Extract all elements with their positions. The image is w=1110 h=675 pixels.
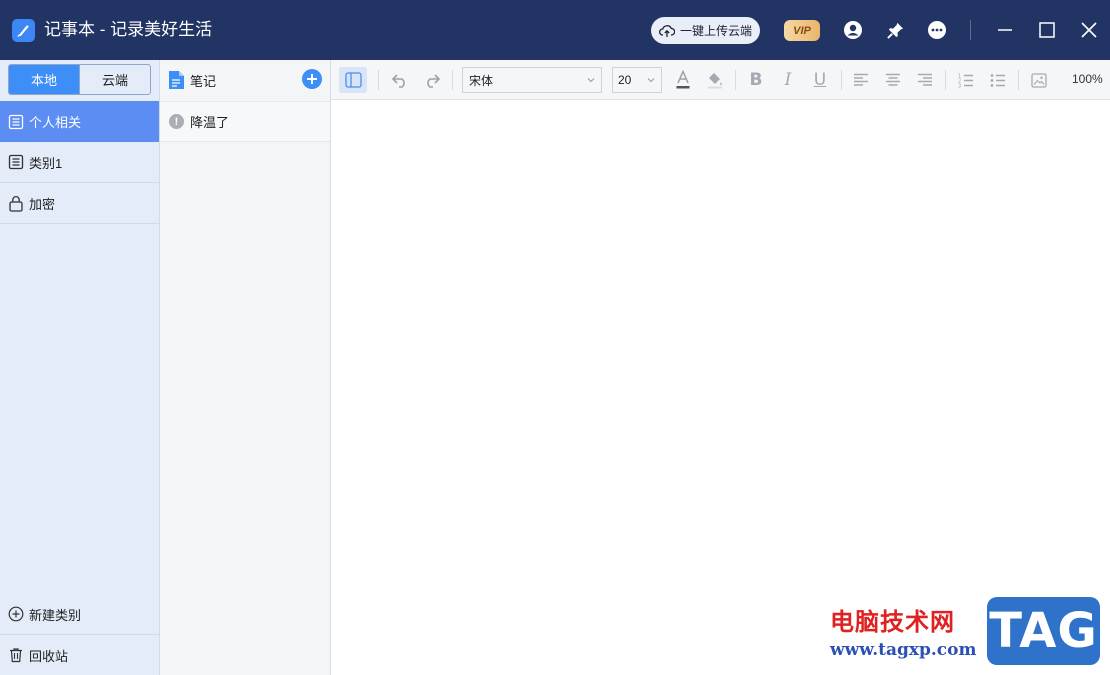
warning-icon: ! xyxy=(169,114,184,129)
category-item-category1[interactable]: 类别1 xyxy=(0,142,159,183)
note-list-panel: 笔记 ! 降温了 xyxy=(160,60,331,675)
toolbar-divider xyxy=(841,70,842,90)
title-bar: 记事本 - 记录美好生活 一键上传云端 VIP xyxy=(0,0,1110,60)
undo-icon[interactable] xyxy=(388,68,412,92)
pin-icon[interactable] xyxy=(884,19,906,41)
category-item-personal[interactable]: 个人相关 xyxy=(0,101,159,142)
ordered-list-icon[interactable]: 123 xyxy=(954,68,978,92)
close-icon[interactable] xyxy=(1078,19,1100,41)
note-list-item[interactable]: ! 降温了 xyxy=(160,101,330,142)
align-center-icon[interactable] xyxy=(881,68,905,92)
new-category-label: 新建类别 xyxy=(29,607,82,623)
upload-cloud-label: 一键上传云端 xyxy=(680,24,753,38)
watermark-site-name: 电脑技术网 xyxy=(830,608,955,636)
list-icon xyxy=(8,154,24,170)
redo-icon[interactable] xyxy=(420,68,444,92)
note-editor[interactable] xyxy=(331,101,1110,675)
storage-tabs: 本地 云端 xyxy=(8,64,151,95)
chevron-down-icon xyxy=(647,78,655,83)
watermark-site-url: www.tagxp.com xyxy=(830,640,977,660)
font-family-select[interactable]: 宋体 xyxy=(462,67,602,93)
recycle-bin-button[interactable]: 回收站 xyxy=(0,635,159,675)
vip-badge[interactable]: VIP xyxy=(784,20,820,41)
toolbar-divider xyxy=(945,70,946,90)
upload-cloud-button[interactable]: 一键上传云端 xyxy=(651,17,760,44)
tab-local[interactable]: 本地 xyxy=(9,65,79,94)
align-left-icon[interactable] xyxy=(849,68,873,92)
font-family-value: 宋体 xyxy=(469,73,494,88)
note-list-title: 笔记 xyxy=(190,73,217,89)
category-sidebar: 本地 云端 个人相关 类别1 加密 新建类别 回收站 xyxy=(0,60,160,675)
user-account-icon[interactable] xyxy=(842,19,864,41)
recycle-bin-label: 回收站 xyxy=(29,648,69,664)
note-title: 降温了 xyxy=(190,115,230,130)
italic-icon[interactable]: I xyxy=(776,68,800,92)
bullet-list-icon[interactable] xyxy=(986,68,1010,92)
editor-toolbar: 宋体 20 B I U 123 100% xyxy=(331,60,1110,100)
zoom-level[interactable]: 100% xyxy=(1072,72,1103,86)
app-title: 记事本 - 记录美好生活 xyxy=(44,20,213,39)
maximize-icon[interactable] xyxy=(1036,19,1058,41)
category-label: 加密 xyxy=(29,196,56,212)
toolbar-divider xyxy=(735,70,736,90)
font-size-select[interactable]: 20 xyxy=(612,67,662,93)
toggle-sidebar-icon[interactable] xyxy=(339,67,367,93)
highlight-color-icon[interactable] xyxy=(703,68,727,92)
bold-icon[interactable]: B xyxy=(744,68,768,92)
trash-icon xyxy=(10,648,22,663)
category-label: 类别1 xyxy=(29,155,63,171)
chevron-down-icon xyxy=(587,78,595,83)
cloud-upload-icon xyxy=(659,24,675,37)
document-icon xyxy=(169,71,184,89)
lock-icon xyxy=(9,195,23,212)
insert-image-icon[interactable] xyxy=(1027,68,1051,92)
category-label: 个人相关 xyxy=(29,115,82,130)
toolbar-divider xyxy=(452,70,453,90)
tab-cloud[interactable]: 云端 xyxy=(79,65,150,94)
align-right-icon[interactable] xyxy=(913,68,937,92)
font-size-value: 20 xyxy=(618,73,632,87)
app-logo-icon xyxy=(12,19,35,42)
toolbar-divider xyxy=(378,70,379,90)
watermark-logo: TAG xyxy=(987,597,1100,665)
font-color-icon[interactable] xyxy=(671,68,695,92)
plus-icon xyxy=(307,74,317,84)
toolbar-divider xyxy=(1018,70,1019,90)
add-note-button[interactable] xyxy=(302,69,322,89)
more-options-icon[interactable] xyxy=(926,19,948,41)
category-item-encrypted[interactable]: 加密 xyxy=(0,183,159,224)
titlebar-divider xyxy=(970,20,971,40)
add-circle-icon xyxy=(8,606,24,622)
svg-text:3: 3 xyxy=(958,83,961,88)
underline-icon[interactable]: U xyxy=(808,68,832,92)
list-icon xyxy=(8,114,24,129)
minimize-icon[interactable] xyxy=(994,19,1016,41)
new-category-button[interactable]: 新建类别 xyxy=(0,594,159,634)
